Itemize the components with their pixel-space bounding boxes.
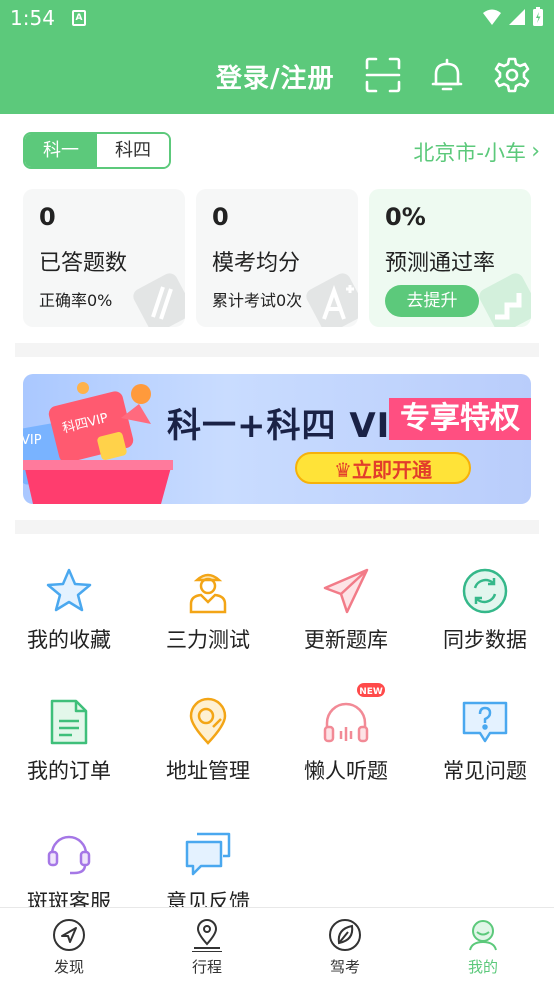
tab-subject-one[interactable]: 科一	[25, 134, 97, 167]
grid-item-faq[interactable]: 常见问题	[416, 697, 554, 807]
status-time: 1:54	[10, 6, 55, 30]
open-vip-label: 立即开通	[351, 458, 432, 482]
nav-item-discover[interactable]: 发现	[0, 908, 138, 984]
question-icon	[462, 701, 508, 743]
stat-card-mock-exam[interactable]: 0 模考均分 累计考试0次	[196, 189, 358, 327]
subject-tabs: 科一 科四	[23, 132, 171, 169]
headphones-icon	[323, 702, 369, 743]
notification-icon: A	[72, 10, 86, 26]
grid-item-orders[interactable]: 我的订单	[0, 697, 138, 807]
wifi-icon	[483, 9, 501, 25]
grid-label: 懒人听题	[304, 759, 388, 783]
grid-item-update-bank[interactable]: 更新题库	[277, 566, 415, 676]
city-selector[interactable]: 北京市-小车	[413, 137, 526, 167]
location-pin-icon	[189, 697, 227, 745]
tab-subject-four[interactable]: 科四	[97, 134, 169, 167]
nav-label: 发现	[53, 958, 84, 976]
gear-icon[interactable]	[493, 56, 531, 94]
paper-plane-icon	[323, 568, 369, 614]
stairs-watermark-icon	[479, 273, 531, 327]
vip-headline: 科一+科四 VIP	[167, 406, 417, 446]
mock-average-label: 模考均分	[212, 251, 301, 276]
scan-icon[interactable]	[364, 56, 402, 94]
answered-label: 已答题数	[39, 251, 128, 276]
nav-item-mine[interactable]: 我的	[414, 908, 552, 984]
grid-label: 三力测试	[166, 628, 250, 652]
mock-average-score: 0	[212, 203, 229, 231]
signal-icon	[509, 9, 525, 25]
new-badge: NEW	[357, 683, 385, 697]
app-header: 登录/注册	[0, 36, 554, 114]
document-icon	[50, 699, 88, 745]
grid-label: 我的收藏	[27, 628, 111, 652]
stat-card-answered[interactable]: 0 已答题数 正确率0%	[23, 189, 185, 327]
grid-label: 更新题库	[304, 628, 388, 652]
route-icon	[192, 919, 222, 952]
status-bar: 1:54 A	[0, 0, 554, 36]
profile-icon	[469, 920, 497, 951]
open-vip-button[interactable]: ♛立即开通	[295, 452, 471, 484]
star-icon	[46, 568, 92, 612]
sync-icon	[462, 568, 508, 614]
gift-box-illustration: VIP 科四VIP	[23, 382, 173, 504]
system-icons	[482, 7, 544, 27]
gift-vip-label: VIP	[23, 433, 42, 448]
battery-icon	[533, 7, 543, 26]
nav-label: 驾考	[329, 958, 360, 976]
compass-icon	[53, 919, 85, 951]
new-badge-text: NEW	[359, 687, 383, 697]
grid-label: 地址管理	[166, 759, 250, 783]
answered-count: 0	[39, 203, 56, 231]
nav-item-trips[interactable]: 行程	[138, 908, 276, 984]
vip-exclusive-tag: 专享特权	[389, 398, 531, 440]
grade-a-watermark-icon	[306, 273, 358, 327]
chevron-right-icon[interactable]: ›	[531, 139, 540, 164]
section-divider	[15, 520, 539, 534]
grid-item-listen[interactable]: NEW 懒人听题	[277, 683, 415, 807]
bell-icon[interactable]	[428, 56, 466, 94]
stat-card-pass-rate: 0% 预测通过率 去提升	[369, 189, 531, 327]
nav-label: 我的	[467, 958, 498, 976]
exam-count-text: 累计考试0次	[212, 291, 303, 310]
accuracy-text: 正确率0%	[39, 291, 113, 310]
nav-label: 行程	[191, 958, 222, 976]
person-icon	[189, 573, 227, 614]
grid-label: 常见问题	[443, 759, 527, 783]
crown-icon: ♛	[334, 458, 352, 482]
grid-item-three-ability[interactable]: 三力测试	[139, 566, 277, 676]
headset-icon	[47, 835, 91, 875]
chat-bubbles-icon	[185, 832, 231, 876]
bottom-nav: 发现 行程 驾考 我的	[0, 907, 554, 984]
grid-item-favorites[interactable]: 我的收藏	[0, 566, 138, 676]
section-divider	[15, 343, 539, 357]
pass-rate-value: 0%	[385, 203, 426, 231]
nav-item-driving-test[interactable]: 驾考	[276, 908, 414, 984]
pencil-watermark-icon	[133, 273, 185, 327]
leaf-icon	[329, 919, 361, 951]
grid-label: 同步数据	[443, 628, 527, 652]
improve-button[interactable]: 去提升	[385, 285, 479, 317]
grid-label: 我的订单	[27, 759, 111, 783]
login-register-link[interactable]: 登录/注册	[216, 58, 335, 95]
grid-item-sync-data[interactable]: 同步数据	[416, 566, 554, 676]
grid-item-address[interactable]: 地址管理	[139, 697, 277, 807]
vip-banner[interactable]: VIP 科四VIP 科一+科四 VIP 专享特权 ♛立即开通	[23, 374, 531, 504]
